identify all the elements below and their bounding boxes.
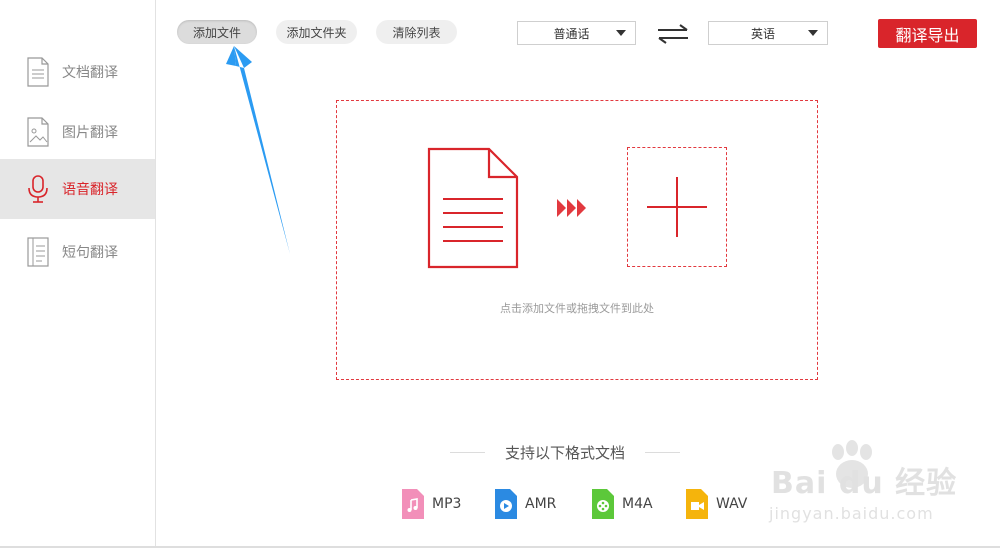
- source-language-value: 普通话: [553, 26, 590, 41]
- format-m4a: M4A: [592, 488, 653, 520]
- divider: [645, 451, 681, 453]
- baidu-watermark: Bai du 经验 jingyan.baidu.com: [765, 440, 965, 530]
- document-icon: [427, 147, 519, 269]
- sidebar-item-image-translate[interactable]: 图片翻译: [0, 102, 155, 162]
- play-file-icon: [495, 489, 517, 519]
- document-icon: [26, 56, 50, 88]
- annotation-arrow: [222, 46, 297, 256]
- format-label: MP3: [432, 496, 462, 512]
- sidebar: 文档翻译 图片翻译 语音翻译 短句翻译: [0, 0, 156, 548]
- add-file-box[interactable]: [627, 147, 727, 267]
- chevron-down-icon: [616, 30, 626, 36]
- sidebar-item-label: 短句翻译: [62, 245, 118, 261]
- translate-export-button[interactable]: 翻译导出: [878, 19, 977, 48]
- format-label: WAV: [716, 496, 748, 512]
- format-label: AMR: [525, 496, 557, 512]
- sidebar-item-document-translate[interactable]: 文档翻译: [0, 42, 155, 102]
- format-amr: AMR: [495, 488, 556, 520]
- target-language-select[interactable]: 英语: [708, 21, 828, 45]
- image-icon: [26, 116, 50, 148]
- chevron-down-icon: [808, 30, 818, 36]
- add-file-button[interactable]: 添加文件: [177, 20, 257, 44]
- drop-zone-hint: 点击添加文件或拖拽文件到此处: [500, 302, 654, 315]
- microphone-icon: [26, 173, 50, 205]
- supported-formats-title: 支持以下格式文档: [450, 441, 681, 463]
- swap-arrows-icon[interactable]: [656, 24, 690, 44]
- watermark-brand: Bai du 经验: [771, 466, 958, 501]
- file-drop-zone[interactable]: 点击添加文件或拖拽文件到此处: [336, 100, 818, 380]
- sidebar-item-label: 图片翻译: [62, 125, 118, 141]
- add-folder-button[interactable]: 添加文件夹: [276, 20, 357, 44]
- reel-file-icon: [592, 489, 614, 519]
- divider: [450, 451, 485, 453]
- sidebar-item-voice-translate[interactable]: 语音翻译: [0, 159, 155, 219]
- sidebar-item-label: 文档翻译: [62, 65, 118, 81]
- format-wav: WAV: [686, 488, 747, 520]
- target-language-value: 英语: [750, 26, 775, 41]
- video-file-icon: [686, 489, 708, 519]
- sidebar-item-label: 语音翻译: [62, 182, 118, 198]
- music-file-icon: [402, 489, 424, 519]
- triple-chevron-right-icon: [556, 197, 588, 219]
- source-language-select[interactable]: 普通话: [517, 21, 636, 45]
- text-lines-icon: [26, 236, 50, 268]
- clear-list-button[interactable]: 清除列表: [376, 20, 457, 44]
- watermark-url: jingyan.baidu.com: [769, 504, 934, 523]
- sidebar-item-sentence-translate[interactable]: 短句翻译: [0, 222, 155, 282]
- plus-icon: [647, 177, 707, 237]
- format-label: M4A: [622, 496, 653, 512]
- format-mp3: MP3: [402, 488, 461, 520]
- formats-title-text: 支持以下格式文档: [505, 443, 626, 462]
